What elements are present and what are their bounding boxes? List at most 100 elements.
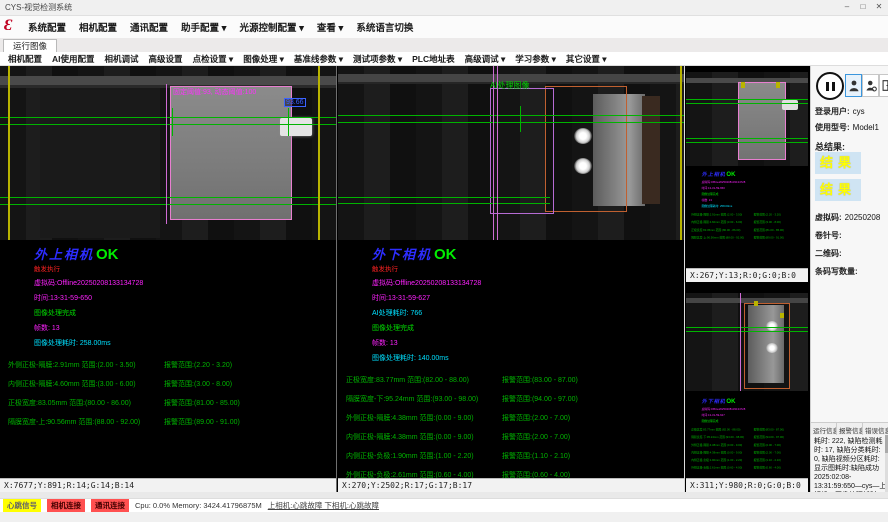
- roi-rect-orange: [545, 86, 627, 212]
- pause-icon: [832, 82, 835, 91]
- mini-overlay-upper: 外上相机OK 虚拟码:Offline20250208133134728 时间:1…: [688, 170, 810, 243]
- title-bar: CYS-视觉检测系统 – □ ✕: [0, 0, 888, 16]
- measurement-value: 外侧正极-负极:2.61mm 范围:(0.60 - 4.00): [688, 466, 752, 470]
- process-done-label: 图像处理完成: [702, 192, 810, 196]
- alarm-range: 报警范围:(0.60 - 4.00): [752, 466, 781, 470]
- main-view: 固定阈值:93, 动态阈值:100 93.66 外上相机OK 触发执行 虚拟码:…: [0, 66, 888, 492]
- camera-image-upper[interactable]: 固定阈值:93, 动态阈值:100 93.66: [0, 66, 336, 240]
- virtual-code-label: 虚拟码:: [815, 213, 842, 222]
- machine-shadow: [40, 88, 160, 238]
- measurement-rows: 正极宽度:83.77mm 范围:(82.00 - 88.00)报警范围:(83.…: [338, 375, 684, 489]
- marker: [776, 82, 780, 88]
- heartbeat-badge: 心跳信号: [3, 499, 41, 512]
- tool-plc-address[interactable]: PLC地址表: [412, 53, 455, 65]
- user-settings-button[interactable]: [862, 74, 879, 97]
- measurement-row: 隔膜宽度-上:90.56mm 范围:(88.00 - 92.00)报警范围:(8…: [0, 417, 336, 436]
- measurement-value: 隔膜宽度-上:90.56mm 范围:(88.00 - 92.00): [688, 236, 752, 240]
- measurement-value: 内侧正极-隔膜:4.38mm 范围:(0.00 - 9.00): [688, 451, 752, 455]
- menu-assistant-config[interactable]: 助手配置 ▾: [181, 20, 226, 34]
- menu-system-config[interactable]: 系统配置: [28, 20, 66, 34]
- alarm-range: 报警范围:(2.00 - 7.00): [752, 443, 781, 447]
- result-badge-upper: 结果: [815, 152, 861, 174]
- camera-view-upper[interactable]: 固定阈值:93, 动态阈值:100 93.66 外上相机OK 触发执行 虚拟码:…: [0, 66, 336, 492]
- threshold-label: 固定阈值:93, 动态阈值:100: [173, 87, 256, 97]
- tool-test-params[interactable]: 测试项参数 ▾: [353, 53, 402, 65]
- measurement-value: 隔膜宽度-上:90.56mm 范围:(88.00 - 92.00): [0, 417, 160, 427]
- trigger-label: 触发执行: [34, 263, 336, 273]
- time-label: 时间:13-31-59-627: [702, 413, 810, 417]
- process-done-label: 图像处理完成: [34, 308, 336, 318]
- virtual-code-label: 虚拟码:Offline20250208133134728: [702, 180, 810, 184]
- measurement-row: 内侧正极-隔膜:4.38mm 范围:(0.00 - 9.00)报警范围:(2.0…: [338, 432, 684, 451]
- menu-view[interactable]: 查看 ▾: [317, 20, 343, 34]
- measurement-row: 正极宽度:83.77mm 范围:(82.00 - 88.00)报警范围:(83.…: [338, 375, 684, 394]
- time-label: 时间:13-31-59-650: [702, 186, 810, 190]
- mini-view-lower[interactable]: 外下相机OK 虚拟码:Offline20250208133134728 时间:1…: [686, 285, 808, 492]
- tool-camera-config[interactable]: 相机配置: [8, 53, 42, 65]
- minimize-button[interactable]: –: [840, 0, 854, 14]
- mini-image-upper[interactable]: [686, 72, 808, 166]
- menu-language-switch[interactable]: 系统语言切换: [356, 20, 413, 34]
- tool-advanced-debug[interactable]: 高级调试 ▾: [465, 53, 506, 65]
- user-button[interactable]: [845, 74, 862, 97]
- pin-number-row: 卷针号:: [815, 230, 842, 241]
- measurement-value: 内侧正极-隔膜:4.60mm 范围:(3.00 - 6.00): [0, 379, 160, 389]
- tool-advanced-settings[interactable]: 高级设置: [149, 53, 183, 65]
- pause-icon: [826, 82, 829, 91]
- alarm-range: 报警范围:(83.00 - 87.00): [752, 428, 784, 432]
- measurement-row: 正极宽度:83.05mm 范围:(80.00 - 86.00)报警范围:(81.…: [0, 398, 336, 417]
- tab-run-image[interactable]: 运行图像: [3, 39, 57, 53]
- tool-ai-config[interactable]: AI使用配置: [52, 53, 95, 65]
- menu-comm-config[interactable]: 通讯配置: [130, 20, 168, 34]
- elapsed-label: 图像处理耗时: 258.00ms: [34, 338, 336, 348]
- menu-light-config[interactable]: 光源控制配置 ▾: [239, 20, 303, 34]
- log-tabs: 运行信息 报警信息 错误信息: [811, 422, 888, 436]
- pause-button[interactable]: [816, 72, 844, 100]
- logout-button[interactable]: [879, 74, 888, 97]
- measurement-value: 正极宽度:83.05mm 范围:(80.00 - 86.00): [688, 228, 752, 232]
- alarm-range: 报警范围:(94.00 - 97.00): [498, 394, 578, 404]
- baseline-line: [686, 103, 808, 104]
- ai-elapsed-label: AI处理耗时: 766: [372, 308, 684, 318]
- camera-view-lower[interactable]: AI处理图像 外下相机OK 触发执行 虚拟码:Offline2025020813…: [338, 66, 684, 492]
- camera-fault-status: 上相机:心跳故障 下相机:心跳故障: [268, 500, 379, 511]
- virtual-code-value: 20250208: [845, 213, 881, 222]
- measurement-value: 隔膜宽度-下:95.24mm 范围:(93.00 - 98.00): [688, 435, 752, 439]
- measurement-value: 外侧正极-隔膜:2.91mm 范围:(2.00 - 3.50): [0, 360, 160, 370]
- close-button[interactable]: ✕: [872, 0, 886, 14]
- measurement-row: 外侧正极-隔膜:2.91mm 范围:(2.00 - 3.50)报警范围:(2.2…: [0, 360, 336, 379]
- alarm-range: 报警范围:(81.00 - 85.00): [752, 228, 784, 232]
- measurement-value: 内侧正极-隔膜:4.60mm 范围:(3.00 - 6.00): [688, 220, 752, 224]
- baseline-line: [338, 197, 550, 198]
- alarm-range: 报警范围:(81.00 - 85.00): [160, 398, 240, 408]
- measurement-row: 内侧正极-负极:1.90mm 范围:(1.00 - 2.20)报警范围:(1.1…: [338, 451, 684, 470]
- tool-camera-debug[interactable]: 相机调试: [105, 53, 139, 65]
- edge-marker-line: [8, 66, 10, 240]
- alarm-range: 报警范围:(1.10 - 2.10): [752, 458, 781, 462]
- edge-marker-line: [318, 66, 320, 240]
- camera-name-label: 外上相机: [702, 171, 726, 177]
- camera-image-lower[interactable]: AI处理图像: [338, 66, 684, 240]
- mini-image-lower[interactable]: [686, 293, 808, 391]
- cell-region-outline: [738, 82, 786, 160]
- frame-count-label: 帧数: 13: [372, 338, 684, 348]
- comm-connect-badge: 通讯连接: [91, 499, 129, 512]
- tool-spotcheck-settings[interactable]: 点检设置 ▾: [193, 53, 234, 65]
- alarm-range: 报警范围:(2.00 - 7.00): [752, 451, 781, 455]
- maximize-button[interactable]: □: [856, 0, 870, 14]
- mini-view-upper[interactable]: 外上相机OK 虚拟码:Offline20250208133134728 时间:1…: [686, 66, 808, 282]
- baseline-line: [686, 138, 808, 139]
- tool-learning-params[interactable]: 学习参数 ▾: [515, 53, 556, 65]
- login-user-row: 登录用户:cys: [815, 106, 865, 117]
- tool-baseline-params[interactable]: 基准线参数 ▾: [294, 53, 343, 65]
- total-result-label: 总结果:: [815, 142, 845, 152]
- roi-line: [166, 84, 167, 224]
- tool-image-processing[interactable]: 图像处理 ▾: [243, 53, 284, 65]
- qr-code-row: 二维码:: [815, 248, 842, 259]
- elapsed-label: 图像处理耗时: 140.00ms: [372, 353, 684, 363]
- camera-connect-badge: 相机连接: [47, 499, 85, 512]
- tool-other-settings[interactable]: 其它设置 ▾: [566, 53, 607, 65]
- menu-camera-config[interactable]: 相机配置: [79, 20, 117, 34]
- measurement-row: 内侧正极-隔膜:4.60mm 范围:(3.00 - 6.00)报警范围:(3.0…: [0, 379, 336, 398]
- camera-name-label: 外上相机: [34, 247, 94, 262]
